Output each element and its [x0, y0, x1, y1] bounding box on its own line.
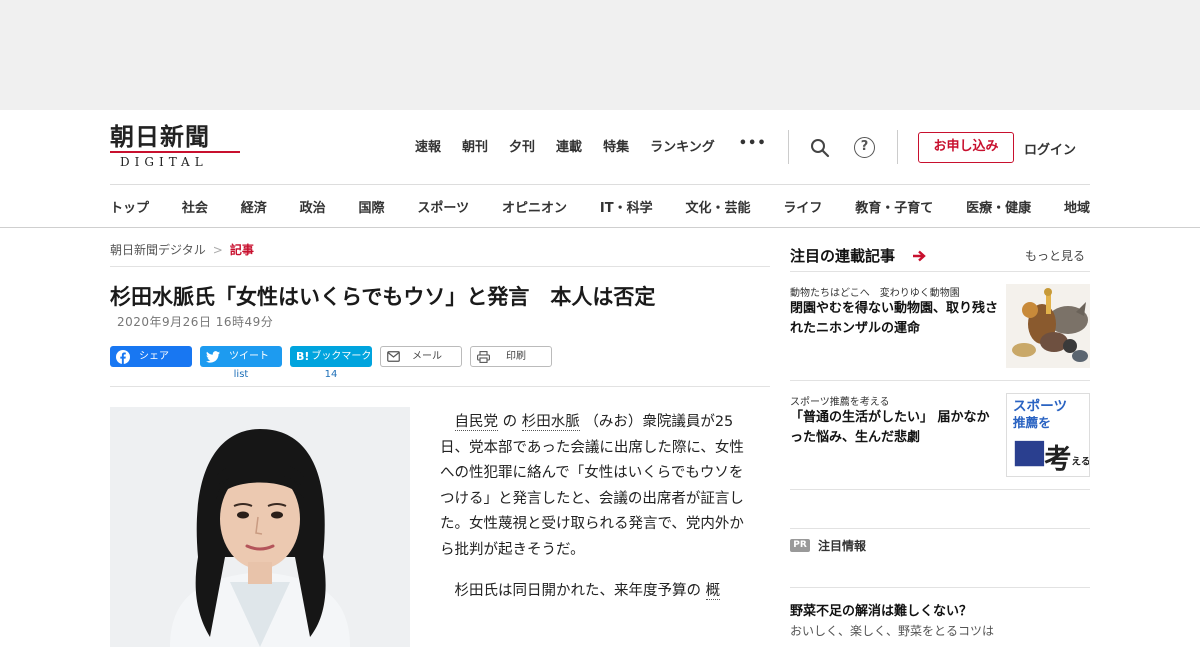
pr-subtitle[interactable]: おいしく、楽しく、野菜をとるコツは	[790, 622, 994, 639]
hatena-bookmark-label: ブックマーク	[311, 351, 372, 362]
twitter-share-count[interactable]: list	[200, 369, 282, 380]
thumbnail-text: える	[1071, 455, 1090, 467]
topnav-evening[interactable]: 夕刊	[509, 136, 535, 155]
breadcrumb-current: 記事	[229, 243, 254, 257]
series-card-kicker[interactable]: 動物たちはどこへ 変わりゆく動物園	[790, 284, 960, 299]
login-link[interactable]: ログイン	[1024, 139, 1076, 158]
facebook-share-label: シェア	[139, 351, 169, 362]
category-health[interactable]: 医療・健康	[966, 197, 1031, 216]
facebook-share-button[interactable]: シェア	[110, 346, 192, 367]
site-logo[interactable]: 朝日新聞 DIGITAL	[110, 122, 245, 169]
category-society[interactable]: 社会	[182, 197, 208, 216]
category-local[interactable]: 地域	[1064, 197, 1090, 216]
mail-share-button[interactable]: メール	[380, 346, 462, 367]
logo-main-text: 朝日新聞	[110, 122, 210, 151]
pr-badge: PR	[790, 539, 810, 552]
breadcrumb-divider	[110, 266, 770, 267]
logo-sub-text: DIGITAL	[120, 155, 208, 169]
arrow-right-icon	[913, 250, 926, 262]
topnav-series[interactable]: 連載	[556, 136, 582, 155]
site-header: 朝日新聞 DIGITAL 速報 朝刊 夕刊 連載 特集 ランキング ••• ? …	[0, 110, 1200, 228]
thumbnail-text: 推薦を	[1013, 415, 1051, 430]
twitter-share-label: ツイート	[229, 351, 269, 362]
article-paragraph: 自民党 の 杉田水脈 （みお）衆院議員が25日、党本部であった会議に出席した際に…	[440, 410, 750, 563]
breadcrumb-separator: >	[212, 243, 223, 257]
pr-title[interactable]: 野菜不足の解消は難しくない？	[790, 600, 972, 619]
twitter-share-button[interactable]: ツイート	[200, 346, 282, 367]
mail-icon	[387, 351, 400, 362]
category-nav: トップ 社会 経済 政治 国際 スポーツ オピニオン IT・科学 文化・芸能 ラ…	[110, 197, 1090, 216]
article-body: 自民党 の 杉田水脈 （みお）衆院議員が25日、党本部であった会議に出席した際に…	[440, 410, 750, 621]
category-life[interactable]: ライフ	[783, 197, 822, 216]
hatena-bookmark-icon: B!	[296, 350, 310, 363]
print-icon	[477, 350, 490, 363]
category-it-science[interactable]: IT・科学	[600, 197, 653, 216]
category-opinion[interactable]: オピニオン	[502, 197, 567, 216]
series-card-kicker[interactable]: スポーツ推薦を考える	[790, 393, 890, 408]
print-button[interactable]: 印刷	[470, 346, 552, 367]
article-paragraph: 杉田氏は同日開かれた、来年度予算の 概	[440, 579, 750, 605]
sidebar-divider	[790, 380, 1090, 381]
breadcrumb: 朝日新聞デジタル > 記事	[110, 241, 254, 258]
category-economy[interactable]: 経済	[241, 197, 267, 216]
article-photo	[110, 407, 410, 647]
publish-date: 2020年9月26日 16時49分	[117, 315, 274, 329]
more-menu-icon[interactable]: •••	[739, 136, 767, 155]
print-label: 印刷	[506, 351, 526, 362]
thumbnail-text: スポーツ	[1013, 398, 1067, 415]
category-top[interactable]: トップ	[110, 197, 149, 216]
logo-underline	[110, 151, 240, 153]
category-sports[interactable]: スポーツ	[417, 197, 469, 216]
topnav-ranking[interactable]: ランキング	[650, 136, 715, 155]
keyword-link[interactable]: 自民党	[454, 414, 498, 431]
top-nav: 速報 朝刊 夕刊 連載 特集 ランキング •••	[415, 136, 788, 155]
mail-share-label: メール	[412, 351, 442, 362]
topnav-breaking[interactable]: 速報	[415, 136, 441, 155]
series-card-title[interactable]: 「普通の生活がしたい」 届かなかった悩み、生んだ悲劇	[790, 408, 1000, 448]
header-divider	[788, 130, 789, 164]
twitter-icon	[206, 350, 220, 363]
keyword-link[interactable]: 杉田水脈	[521, 414, 580, 431]
category-international[interactable]: 国際	[359, 197, 385, 216]
ad-banner-area	[0, 0, 1200, 110]
sidebar-divider	[790, 271, 1090, 272]
thumbnail-text: 考	[1044, 444, 1071, 475]
sidebar-title[interactable]: 注目の連載記事	[790, 245, 895, 266]
paragraph-text: （みお）衆院議員が25日、党本部であった会議に出席した際に、女性への性犯罪に絡ん…	[440, 414, 744, 558]
hatena-bookmark-button[interactable]: B! ブックマーク	[290, 346, 372, 367]
hatena-bookmark-count[interactable]: 14	[290, 369, 372, 380]
category-politics[interactable]: 政治	[300, 197, 326, 216]
article-headline: 杉田水脈氏「女性はいくらでもウソ」と発言 本人は否定	[110, 285, 656, 309]
topnav-morning[interactable]: 朝刊	[462, 136, 488, 155]
sidebar-more-link[interactable]: もっと見る	[1025, 247, 1085, 264]
keyword-link[interactable]: 概	[705, 583, 721, 600]
paragraph-text: 杉田氏は同日開かれた、来年度予算の	[454, 583, 706, 599]
subscribe-button[interactable]: お申し込み	[918, 132, 1014, 163]
facebook-icon	[116, 349, 130, 364]
series-card-thumbnail[interactable]	[1006, 284, 1090, 368]
sidebar-divider	[790, 528, 1090, 529]
share-divider	[110, 386, 770, 387]
sidebar-divider	[790, 587, 1090, 588]
category-divider	[110, 184, 1090, 185]
series-card-thumbnail[interactable]: スポーツ 推薦を 考 える	[1006, 393, 1090, 477]
search-icon[interactable]	[810, 138, 830, 158]
pr-section-label: 注目情報	[818, 539, 867, 553]
category-education[interactable]: 教育・子育て	[855, 197, 933, 216]
breadcrumb-home[interactable]: 朝日新聞デジタル	[110, 243, 206, 257]
category-culture[interactable]: 文化・芸能	[685, 197, 750, 216]
topnav-features[interactable]: 特集	[603, 136, 629, 155]
help-icon[interactable]: ?	[854, 137, 875, 158]
paragraph-text: の	[498, 414, 522, 430]
sidebar-divider	[790, 489, 1090, 490]
series-card-title[interactable]: 閉園やむを得ない動物園、取り残されたニホンザルの運命	[790, 299, 1000, 339]
header-divider	[897, 130, 898, 164]
